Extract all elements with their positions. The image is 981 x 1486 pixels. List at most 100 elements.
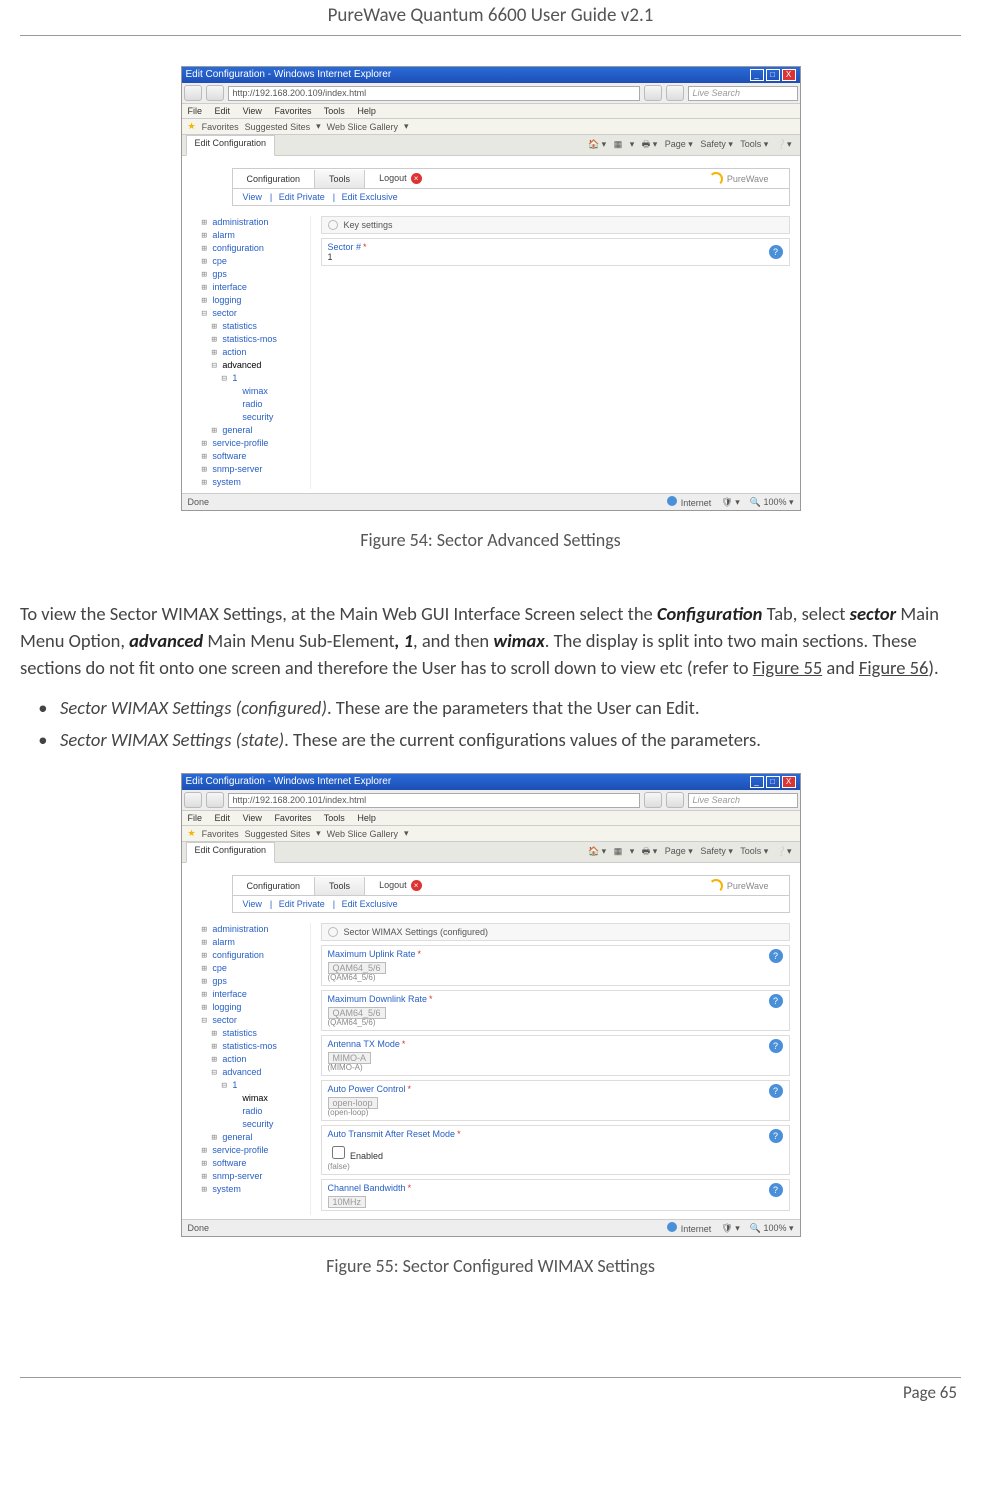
tree-radio[interactable]: radio [232, 398, 304, 411]
tree-alarm[interactable]: alarm [202, 229, 304, 242]
menu-edit[interactable]: Edit [215, 106, 231, 116]
chbw-select[interactable]: 10MHz [328, 1196, 367, 1208]
tree-gps[interactable]: gps [202, 975, 304, 988]
tab-tools[interactable]: Tools [315, 877, 365, 895]
url-field[interactable]: http://192.168.200.101/index.html [228, 793, 640, 808]
mode-view[interactable]: View [243, 899, 262, 909]
autotx-checkbox[interactable] [332, 1146, 345, 1159]
tree-system[interactable]: system [202, 1183, 304, 1196]
tree-software[interactable]: software [202, 1157, 304, 1170]
tree-advanced[interactable]: advanced [212, 1066, 304, 1079]
menu-help[interactable]: Help [357, 106, 376, 116]
figure-55-xref[interactable]: Figure 55 [753, 656, 823, 679]
tree-advanced[interactable]: advanced [212, 359, 304, 372]
menu-favorites[interactable]: Favorites [274, 813, 311, 823]
tree-1[interactable]: 1 [222, 1079, 304, 1092]
mode-edit-private[interactable]: Edit Private [279, 899, 325, 909]
tab-configuration[interactable]: Configuration [233, 170, 316, 188]
mode-edit-exclusive[interactable]: Edit Exclusive [342, 192, 398, 202]
tree-administration[interactable]: administration [202, 923, 304, 936]
help-icon[interactable]: ? [769, 949, 783, 963]
print-icon[interactable]: 🖶 [642, 846, 651, 856]
tree-radio[interactable]: radio [232, 1105, 304, 1118]
close-icon[interactable]: X [782, 776, 796, 788]
tree-statistics-mos[interactable]: statistics-mos [212, 333, 304, 346]
tree-security[interactable]: security [232, 411, 304, 424]
stop-button[interactable] [666, 792, 684, 808]
tree-statistics[interactable]: statistics [212, 320, 304, 333]
tree-logging[interactable]: logging [202, 1001, 304, 1014]
url-field[interactable]: http://192.168.200.109/index.html [228, 86, 640, 101]
forward-button[interactable] [206, 792, 224, 808]
refresh-button[interactable] [644, 85, 662, 101]
menu-favorites[interactable]: Favorites [274, 106, 311, 116]
tree-action[interactable]: action [212, 346, 304, 359]
tree-security[interactable]: security [232, 1118, 304, 1131]
tree-1[interactable]: 1 [222, 372, 304, 385]
home-icon[interactable]: 🏠 [588, 139, 599, 149]
help-icon[interactable]: ? [769, 1183, 783, 1197]
mode-edit-private[interactable]: Edit Private [279, 192, 325, 202]
help-icon[interactable]: ? [769, 1084, 783, 1098]
zoom-label[interactable]: 🔍 100% ▾ [750, 497, 794, 508]
help-icon[interactable]: ? [769, 1129, 783, 1143]
stop-button[interactable] [666, 85, 684, 101]
close-icon[interactable]: X [782, 69, 796, 81]
back-button[interactable] [184, 792, 202, 808]
menu-view[interactable]: View [243, 813, 262, 823]
tree-action[interactable]: action [212, 1053, 304, 1066]
tree-configuration[interactable]: configuration [202, 242, 304, 255]
tree-statistics-mos[interactable]: statistics-mos [212, 1040, 304, 1053]
suggested-sites-link[interactable]: Suggested Sites [245, 829, 311, 839]
figure-56-xref[interactable]: Figure 56 [859, 656, 929, 679]
minimize-icon[interactable]: _ [750, 776, 764, 788]
tree-interface[interactable]: interface [202, 988, 304, 1001]
feeds-icon[interactable]: ▦ [614, 846, 623, 856]
minimize-icon[interactable]: _ [750, 69, 764, 81]
help-icon[interactable]: ? [769, 245, 783, 259]
tree-wimax[interactable]: wimax [232, 1092, 304, 1105]
browser-tab[interactable]: Edit Configuration [186, 135, 276, 156]
web-slice-link[interactable]: Web Slice Gallery [327, 829, 398, 839]
favorites-label[interactable]: Favorites [202, 122, 239, 132]
help-icon[interactable]: ❔ [776, 846, 787, 856]
menu-tools[interactable]: Tools [324, 813, 345, 823]
page-menu[interactable]: Page [665, 846, 686, 856]
tools-menu[interactable]: Tools [740, 139, 761, 149]
logout-button[interactable]: Logout× [365, 876, 436, 895]
tree-system[interactable]: system [202, 476, 304, 489]
menu-file[interactable]: File [188, 106, 203, 116]
tools-menu[interactable]: Tools [740, 846, 761, 856]
tree-general[interactable]: general [212, 1131, 304, 1144]
tree-general[interactable]: general [212, 424, 304, 437]
refresh-button[interactable] [644, 792, 662, 808]
help-icon[interactable]: ❔ [776, 139, 787, 149]
tree-alarm[interactable]: alarm [202, 936, 304, 949]
menu-view[interactable]: View [243, 106, 262, 116]
tree-sector[interactable]: sector [202, 1014, 304, 1027]
page-menu[interactable]: Page [665, 139, 686, 149]
feeds-icon[interactable]: ▦ [614, 139, 623, 149]
maximize-icon[interactable]: □ [766, 69, 780, 81]
tree-snmp-server[interactable]: snmp-server [202, 463, 304, 476]
tree-service-profile[interactable]: service-profile [202, 1144, 304, 1157]
star-icon[interactable]: ★ [188, 828, 196, 839]
mode-edit-exclusive[interactable]: Edit Exclusive [342, 899, 398, 909]
star-icon[interactable]: ★ [188, 121, 196, 132]
maximize-icon[interactable]: □ [766, 776, 780, 788]
favorites-label[interactable]: Favorites [202, 829, 239, 839]
menu-help[interactable]: Help [357, 813, 376, 823]
menu-edit[interactable]: Edit [215, 813, 231, 823]
help-icon[interactable]: ? [769, 1039, 783, 1053]
search-field[interactable]: Live Search [688, 86, 798, 101]
back-button[interactable] [184, 85, 202, 101]
zoom-label[interactable]: 🔍 100% ▾ [750, 1223, 794, 1234]
safety-menu[interactable]: Safety [700, 139, 726, 149]
tree-snmp-server[interactable]: snmp-server [202, 1170, 304, 1183]
logout-button[interactable]: Logout× [365, 169, 436, 188]
mode-view[interactable]: View [243, 192, 262, 202]
tree-logging[interactable]: logging [202, 294, 304, 307]
tab-tools[interactable]: Tools [315, 170, 365, 188]
tree-statistics[interactable]: statistics [212, 1027, 304, 1040]
help-icon[interactable]: ? [769, 994, 783, 1008]
